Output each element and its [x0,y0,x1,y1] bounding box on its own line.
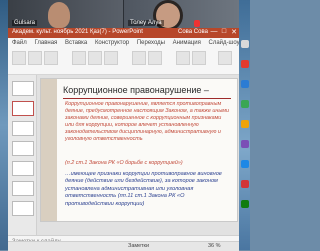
participant-name: Толеу Алуа [128,20,164,26]
slide-thumbnails-pane [8,75,37,235]
slide-decor-bar [41,79,57,221]
participant-video-tile[interactable]: Толеу Алуа [124,0,239,28]
slide-canvas[interactable]: Коррупционное правонарушение – Коррупцио… [40,78,238,222]
desktop-app-icon[interactable] [241,80,249,88]
maximize-button[interactable]: □ [219,28,229,35]
tab-insert[interactable]: Вставка [65,40,87,46]
shapes-button[interactable] [176,51,190,65]
slide-thumbnail[interactable] [12,201,34,216]
slide-thumbnail[interactable] [12,161,34,176]
participant-face [48,2,70,28]
align-button[interactable] [132,51,146,65]
slide-thumbnail[interactable] [12,81,34,96]
ribbon: Файл Главная Вставка Конструктор Переход… [8,38,240,75]
layout-button[interactable] [44,51,58,65]
new-slide-button[interactable] [28,51,42,65]
close-button[interactable]: ✕ [229,28,239,36]
desktop-app-icon[interactable] [241,100,249,108]
title-bar: Академ. культ. ноябрь 2021 Қаз(7) - Powe… [8,28,239,38]
muted-mic-icon [194,20,200,27]
tab-home[interactable]: Главная [34,40,57,46]
italic-button[interactable] [88,51,102,65]
participant-name: Gulsara [12,20,38,26]
arrange-button[interactable] [192,51,206,65]
tab-file[interactable]: Файл [12,40,27,46]
tab-transitions[interactable]: Переходы [137,40,165,46]
bullets-button[interactable] [148,51,162,65]
ribbon-tabs: Файл Главная Вставка Конструктор Переход… [12,40,246,46]
slide-law-reference[interactable]: (п.2 ст.1 Закона РК «О борьбе с коррупци… [65,160,183,166]
desktop-app-icon[interactable] [241,160,249,168]
tab-animations[interactable]: Анимация [173,40,201,46]
video-call-strip: Gulsara Толеу Алуа [8,0,239,28]
slide-definition-text[interactable]: Коррупционное правонарушение, является п… [65,101,231,143]
slide-editing-area: Коррупционное правонарушение – Коррупцио… [37,75,239,235]
ribbon-commands [12,51,232,71]
desktop-wallpaper-left [0,0,8,250]
minimize-button[interactable]: — [209,28,219,35]
tab-slideshow[interactable]: Слайд-шоу [209,40,240,46]
paste-button[interactable] [12,51,26,65]
desktop-app-icon[interactable] [241,60,249,68]
window-title: Академ. культ. ноябрь 2021 Қаз(7) - Powe… [12,29,143,35]
notes-toggle-button[interactable]: Заметки [128,243,149,249]
find-button[interactable] [218,51,232,65]
desktop-app-icon[interactable] [241,200,249,208]
bold-button[interactable] [72,51,86,65]
slide-thumbnail[interactable] [12,141,34,156]
slide-body-text[interactable]: …имеющее признаки коррупции противоправн… [65,171,231,208]
slide-thumbnail[interactable] [12,121,34,136]
slide-thumbnail[interactable] [12,181,34,196]
underline-button[interactable] [104,51,118,65]
user-name[interactable]: Сова Сова [178,29,208,35]
desktop-app-icon[interactable] [241,180,249,188]
desktop-app-icon[interactable] [241,140,249,148]
tab-design[interactable]: Конструктор [95,40,129,46]
zoom-level[interactable]: 36 % [208,243,221,249]
participant-video-tile[interactable]: Gulsara [8,0,123,28]
slide-heading[interactable]: Коррупционное правонарушение – [63,85,233,95]
desktop-app-icon[interactable] [241,120,249,128]
powerpoint-window: Академ. культ. ноябрь 2021 Қаз(7) - Powe… [8,28,240,251]
slide-thumbnail-selected[interactable] [12,101,34,116]
heading-divider [63,98,231,99]
